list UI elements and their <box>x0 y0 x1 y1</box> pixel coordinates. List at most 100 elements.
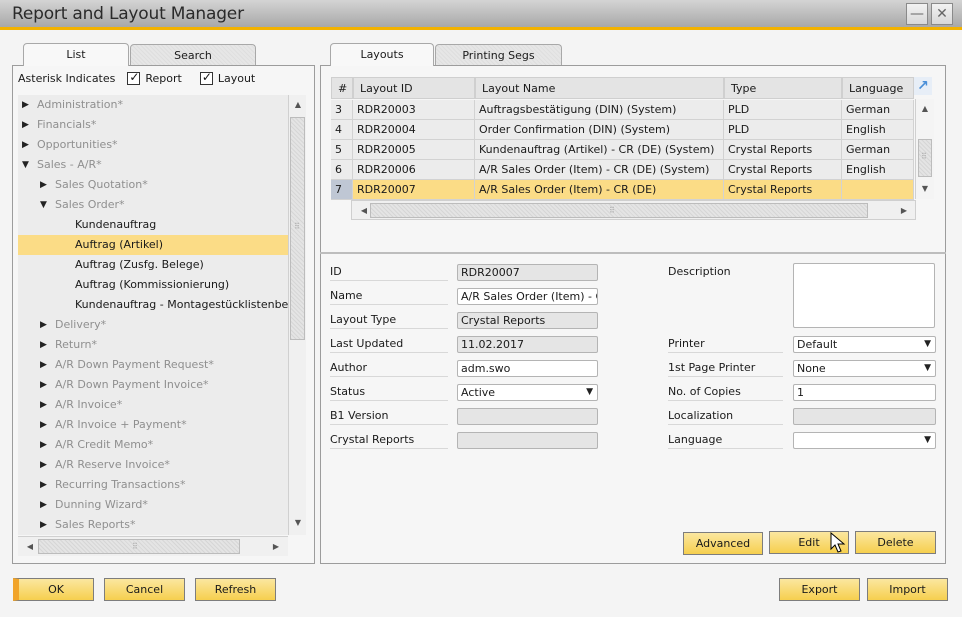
scroll-down-icon[interactable]: ▼ <box>290 515 306 531</box>
tree-item[interactable]: ▶ A/R Down Payment Invoice* <box>18 375 288 395</box>
collapsed-arrow-icon[interactable]: ▶ <box>40 355 47 375</box>
name-field[interactable]: A/R Sales Order (Item) - CR (DE) <box>457 288 598 305</box>
tree-horizontal-scroll-thumb[interactable]: ⠿ <box>38 539 240 554</box>
tree-item[interactable]: ▶ Recurring Transactions* <box>18 475 288 495</box>
dropdown-arrow-icon[interactable]: ▼ <box>924 433 931 448</box>
collapsed-arrow-icon[interactable]: ▶ <box>40 395 47 415</box>
tree-item[interactable]: Auftrag (Artikel) <box>18 235 288 255</box>
tree-item[interactable]: ▶ Sales Quotation* <box>18 175 288 195</box>
table-cell-id[interactable]: RDR20003 <box>353 100 475 120</box>
tree-item[interactable]: ▶ A/R Credit Memo* <box>18 435 288 455</box>
dropdown-arrow-icon[interactable]: ▼ <box>924 337 931 352</box>
layout-checkbox[interactable] <box>199 70 213 85</box>
table-vertical-scroll-thumb[interactable]: ⠿ <box>918 139 932 177</box>
refresh-button[interactable]: Refresh <box>195 578 276 601</box>
tree-item[interactable]: ▶ Administration* <box>18 95 288 115</box>
language-field[interactable]: ▼ <box>793 432 936 449</box>
column-header[interactable]: # <box>331 77 353 99</box>
table-cell-id[interactable]: RDR20006 <box>353 160 475 180</box>
1st-page-printer-field[interactable]: None ▼ <box>793 360 936 377</box>
collapsed-arrow-icon[interactable]: ▶ <box>40 475 47 495</box>
table-horizontal-scroll-thumb[interactable]: ⠿ <box>370 203 868 218</box>
layout-checkbox-wrap[interactable]: Layout <box>199 70 255 85</box>
expanded-arrow-icon[interactable]: ▼ <box>22 155 29 175</box>
table-cell-id[interactable]: RDR20004 <box>353 120 475 140</box>
tree-item[interactable]: ▼ Sales - A/R* <box>18 155 288 175</box>
scroll-right-icon[interactable]: ▶ <box>268 539 284 555</box>
tree-item[interactable]: Kundenauftrag - Montagestücklistenbe <box>18 295 288 315</box>
author-field[interactable]: adm.swo <box>457 360 598 377</box>
collapsed-arrow-icon[interactable]: ▶ <box>40 435 47 455</box>
description-textarea[interactable] <box>793 263 935 328</box>
tree-item[interactable]: ▶ Return* <box>18 335 288 355</box>
tree-item[interactable]: Auftrag (Zusfg. Belege) <box>18 255 288 275</box>
tab-list[interactable]: List <box>23 43 129 66</box>
table-cell-num[interactable]: 7 <box>331 180 353 200</box>
printer-field[interactable]: Default ▼ <box>793 336 936 353</box>
tree-item[interactable]: Auftrag (Kommissionierung) <box>18 275 288 295</box>
table-cell-name[interactable]: Kundenauftrag (Artikel) - CR (DE) (Syste… <box>475 140 724 160</box>
table-cell-num[interactable]: 4 <box>331 120 353 140</box>
table-cell-language[interactable]: English <box>842 160 914 180</box>
ok-button[interactable]: OK <box>13 578 94 601</box>
table-cell-id[interactable]: RDR20007 <box>353 180 475 200</box>
export-button[interactable]: Export <box>779 578 860 601</box>
tree-item[interactable]: ▶ A/R Reserve Invoice* <box>18 455 288 475</box>
close-button[interactable]: ✕ <box>931 3 953 25</box>
table-cell-num[interactable]: 6 <box>331 160 353 180</box>
table-cell-name[interactable]: A/R Sales Order (Item) - CR (DE) <box>475 180 724 200</box>
report-checkbox-wrap[interactable]: Report <box>127 70 182 85</box>
collapsed-arrow-icon[interactable]: ▶ <box>40 515 47 535</box>
table-cell-language[interactable] <box>842 180 914 200</box>
dropdown-arrow-icon[interactable]: ▼ <box>924 361 931 376</box>
collapsed-arrow-icon[interactable]: ▶ <box>40 455 47 475</box>
tree-item[interactable]: ▶ Delivery* <box>18 315 288 335</box>
report-checkbox[interactable] <box>127 70 141 85</box>
tree-item[interactable]: ▼ Sales Order* <box>18 195 288 215</box>
tree-item[interactable]: ▶ A/R Invoice* <box>18 395 288 415</box>
table-cell-language[interactable]: English <box>842 120 914 140</box>
tree-item[interactable]: ▶ Financials* <box>18 115 288 135</box>
scroll-up-icon[interactable]: ▲ <box>290 97 306 113</box>
expand-icon[interactable]: ↗ <box>914 77 932 95</box>
collapsed-arrow-icon[interactable]: ▶ <box>40 415 47 435</box>
advanced-button[interactable]: Advanced <box>683 532 763 555</box>
expanded-arrow-icon[interactable]: ▼ <box>40 195 47 215</box>
tree-item[interactable]: ▶ Opportunities* <box>18 135 288 155</box>
import-button[interactable]: Import <box>867 578 948 601</box>
tree-vertical-scrollbar[interactable]: ▲ ⠿ ▼ <box>288 95 306 535</box>
table-cell-language[interactable]: German <box>842 100 914 120</box>
collapsed-arrow-icon[interactable]: ▶ <box>40 495 47 515</box>
column-header[interactable]: Layout ID <box>353 77 475 99</box>
tab-search[interactable]: Search <box>130 44 256 66</box>
collapsed-arrow-icon[interactable]: ▶ <box>40 375 47 395</box>
tree-item[interactable]: Kundenauftrag <box>18 215 288 235</box>
tree-item[interactable]: ▶ Dunning Wizard* <box>18 495 288 515</box>
collapsed-arrow-icon[interactable]: ▶ <box>22 115 29 135</box>
tree-item[interactable]: ▶ A/R Down Payment Request* <box>18 355 288 375</box>
table-cell-name[interactable]: Auftragsbestätigung (DIN) (System) <box>475 100 724 120</box>
collapsed-arrow-icon[interactable]: ▶ <box>40 315 47 335</box>
table-cell-type[interactable]: PLD <box>724 100 842 120</box>
column-header[interactable]: Language <box>842 77 914 99</box>
table-cell-type[interactable]: PLD <box>724 120 842 140</box>
table-cell-name[interactable]: Order Confirmation (DIN) (System) <box>475 120 724 140</box>
tree-vertical-scroll-thumb[interactable]: ⠿ <box>290 117 305 340</box>
column-header[interactable]: Layout Name <box>475 77 724 99</box>
no-of-copies-field[interactable]: 1 <box>793 384 936 401</box>
status-field[interactable]: Active ▼ <box>457 384 598 401</box>
table-vertical-scrollbar[interactable]: ▲ ⠿ ▼ <box>915 99 934 199</box>
cancel-button[interactable]: Cancel <box>104 578 185 601</box>
table-horizontal-scrollbar[interactable]: ◀ ⠿ ▶ <box>351 200 916 220</box>
table-cell-num[interactable]: 3 <box>331 100 353 120</box>
table-cell-id[interactable]: RDR20005 <box>353 140 475 160</box>
tree-item[interactable]: ▶ Sales Reports* <box>18 515 288 535</box>
scroll-up-icon[interactable]: ▲ <box>917 101 933 117</box>
tree-horizontal-scrollbar[interactable]: ◀ ⠿ ▶ <box>18 536 288 556</box>
dropdown-arrow-icon[interactable]: ▼ <box>586 385 593 400</box>
scroll-left-icon[interactable]: ◀ <box>22 539 38 555</box>
table-cell-type[interactable]: Crystal Reports <box>724 140 842 160</box>
collapsed-arrow-icon[interactable]: ▶ <box>40 175 47 195</box>
table-cell-type[interactable]: Crystal Reports <box>724 160 842 180</box>
scroll-down-icon[interactable]: ▼ <box>917 181 933 197</box>
